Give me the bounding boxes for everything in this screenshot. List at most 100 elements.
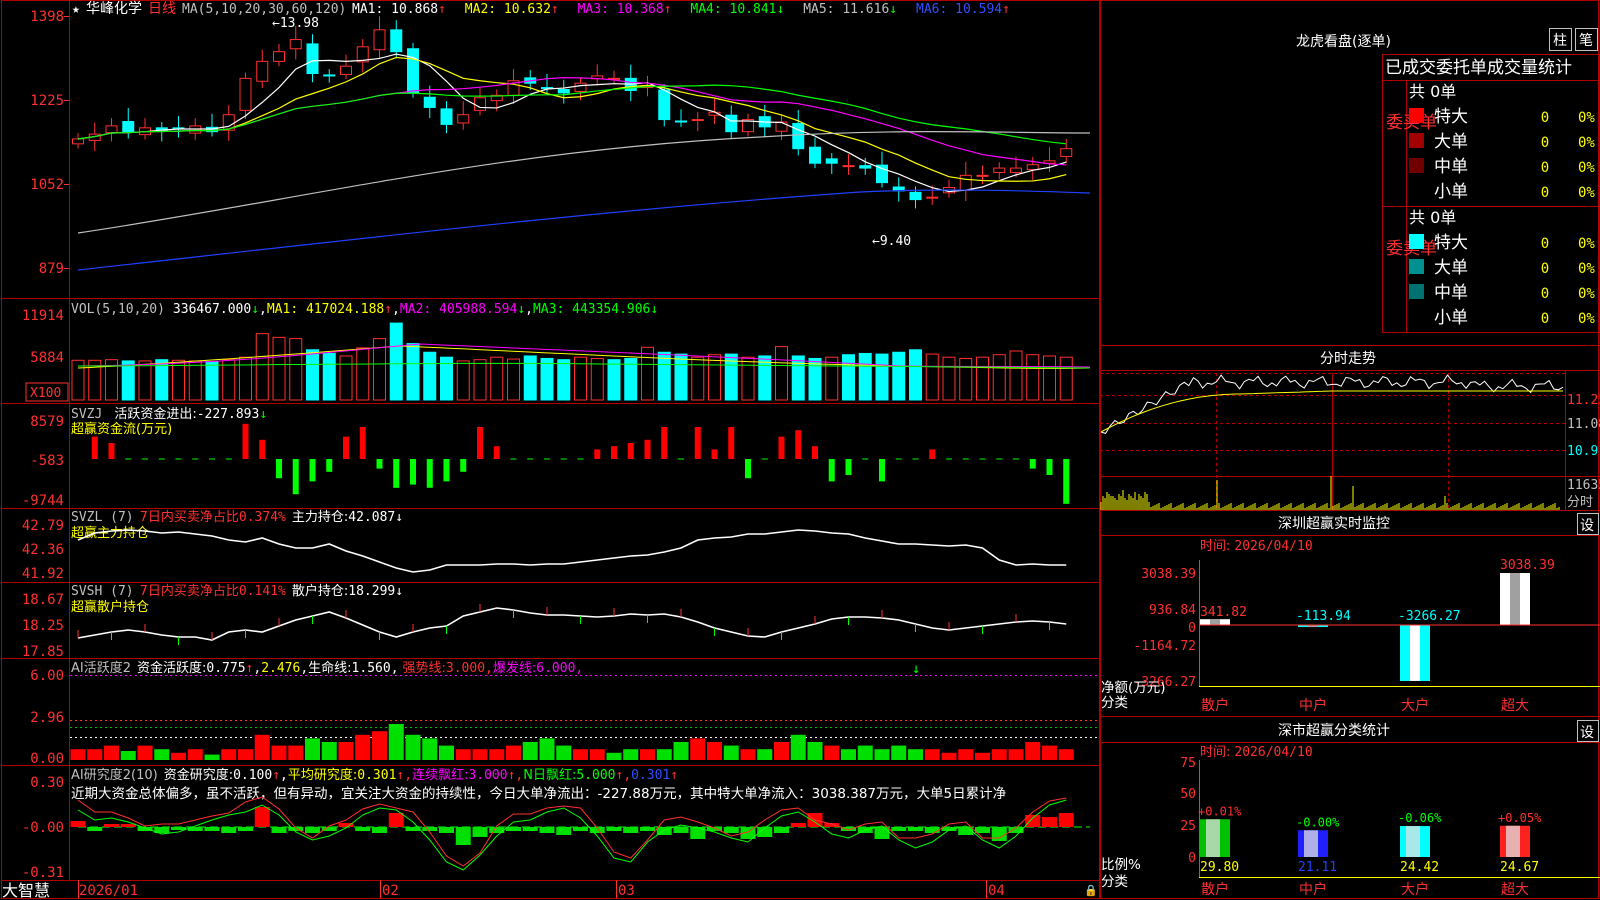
candle-body: [725, 114, 738, 133]
ai-active-bar-chart[interactable]: [70, 724, 1074, 760]
volume-bar: [406, 343, 420, 401]
price-header: ★ 华峰化学 日线 MA(5,10,20,30,60,120) MA1: 10.…: [72, 1, 1010, 17]
ai-active-bar: [271, 745, 287, 760]
ai-active-bar: [941, 752, 957, 760]
ma120-line: [77, 189, 1091, 271]
ai-research-bar: [204, 827, 220, 831]
ai-active-bar: [305, 738, 320, 760]
ai-active-bar: [539, 738, 555, 760]
svzj-bar: [929, 449, 936, 459]
candle-body: [373, 29, 386, 51]
svzj-bar: [376, 459, 383, 469]
ai-research-bar: [321, 827, 337, 831]
svzj-bar: [259, 439, 266, 459]
volume-bar: [1059, 356, 1073, 401]
volume-bar: [875, 353, 889, 401]
svg-text:SVZJ活跃资金进出:-227.893↓: SVZJ 活跃资金进出:-227.893↓: [71, 406, 267, 422]
lock-icon[interactable]: 🔒: [1084, 884, 1098, 897]
candle-body: [407, 48, 419, 94]
volume-bar: [942, 356, 956, 401]
ai-active-bar: [137, 745, 153, 760]
candle-body: [691, 119, 704, 122]
candle-body: [390, 29, 403, 53]
candle-body: [876, 164, 888, 184]
candle-body: [959, 174, 972, 191]
candle-body: [842, 165, 855, 168]
svg-text:-0.00: -0.00: [22, 820, 64, 836]
volume-bar: [775, 346, 788, 401]
volume-bar: [306, 349, 319, 401]
svg-text:42.36: 42.36: [22, 542, 64, 558]
candle-body: [1010, 167, 1022, 173]
svzj-bar: [343, 436, 349, 459]
candle-body: [105, 125, 118, 134]
volume-bar: [808, 357, 822, 401]
ma-value-3: MA3: 10.368↑: [578, 2, 672, 17]
svzj-bar: [611, 446, 617, 459]
svzj-bar: [477, 427, 483, 459]
price-tick: 1052: [30, 177, 64, 193]
volume-chart[interactable]: [71, 322, 1091, 401]
candle-body: [909, 191, 922, 201]
high-annotation: ←13.98: [272, 16, 319, 31]
ai-research-bar: [874, 827, 890, 839]
candle-body: [1026, 164, 1039, 171]
svsh-chart[interactable]: [77, 604, 1067, 645]
candle-body: [474, 97, 486, 111]
volume-bar: [892, 351, 906, 401]
ai-research-bar: [975, 827, 990, 833]
ai-research-chart[interactable]: [70, 796, 1091, 871]
ai-active-bar: [623, 749, 639, 760]
candle-body: [557, 88, 570, 94]
candlestick-chart[interactable]: [72, 16, 1091, 271]
svzj-bar: [845, 459, 852, 475]
candle-body: [306, 43, 319, 74]
svzj-bar: [242, 423, 249, 459]
svzj-bar: [108, 443, 115, 459]
svzl-header: SVZL (7) 7日内买卖净占比0.374% 主力持仓:42.087↓ 超赢主力持…: [71, 509, 403, 541]
ai-active-bar: [154, 749, 170, 760]
ai-active-bar: [807, 742, 823, 760]
volume-bar: [858, 352, 872, 401]
ai-active-bar: [288, 745, 304, 760]
volume-bar: [172, 359, 185, 401]
ai-active-bar: [556, 745, 572, 760]
svzj-bar-chart[interactable]: [91, 423, 1070, 504]
ai-active-bar: [388, 724, 404, 760]
ai-research-bar: [774, 827, 789, 833]
volume-bar: [590, 357, 604, 401]
volume-unit: X100: [30, 386, 61, 401]
ai-research-bar: [221, 827, 237, 833]
ai-research-bar: [723, 827, 739, 833]
candle-body: [775, 121, 788, 132]
ai-research-bar: [455, 827, 471, 845]
ai-active-bar: [187, 749, 203, 760]
signal-arrow-icon: ↓: [912, 661, 920, 677]
svzj-bar: [410, 459, 416, 485]
volume-bar: [825, 356, 839, 401]
low-annotation: ←9.40: [872, 234, 911, 249]
svg-text:03: 03: [618, 883, 635, 899]
svzj-bar: [828, 459, 835, 482]
candle-body: [859, 165, 872, 169]
svg-text:11914: 11914: [22, 308, 64, 324]
volume-bar: [741, 356, 755, 401]
price-axis-ticks: [64, 16, 69, 269]
volume-bar: [657, 351, 671, 401]
svg-text:18.67: 18.67: [22, 592, 64, 608]
volume-bar: [925, 353, 939, 401]
ai-research-bar: [673, 827, 689, 833]
ai-active-bar: [740, 749, 756, 760]
ma-value-4: MA4: 10.841↓: [690, 2, 784, 17]
ai-active-bar: [238, 749, 253, 760]
ai-active-bar: [790, 734, 806, 760]
stock-name: 华峰化学: [86, 1, 142, 17]
ai-active-bar: [171, 752, 186, 760]
volume-bar: [708, 354, 721, 401]
ai-research-bar: [924, 827, 940, 833]
svzj-bar: [594, 449, 601, 459]
svg-text:-9744: -9744: [22, 493, 64, 509]
main-chart-area[interactable]: ★ 华峰化学 日线 MA(5,10,20,30,60,120) MA1: 10.…: [0, 0, 1600, 900]
ai-research-bar: [573, 827, 588, 831]
candle-body: [809, 146, 821, 164]
